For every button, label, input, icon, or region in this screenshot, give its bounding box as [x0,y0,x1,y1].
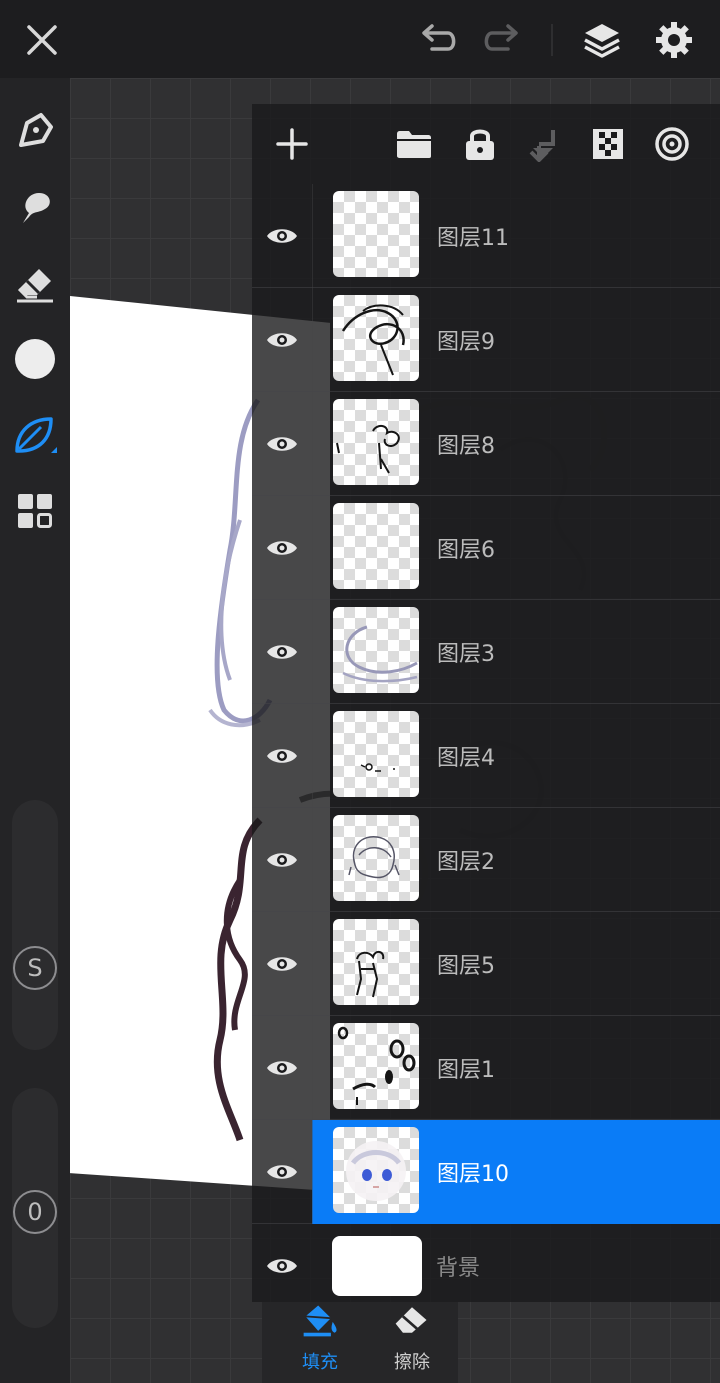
layers-icon[interactable] [578,16,626,64]
layer-content[interactable]: 图层8 [312,392,720,496]
visibility-eye-icon[interactable] [262,736,302,776]
layer-row[interactable]: 图层2 [252,808,720,912]
layer-name: 图层9 [437,330,495,355]
layer-content[interactable]: 图层10 [312,1120,720,1224]
layer-row[interactable]: 图层9 [252,288,720,392]
visibility-eye-icon[interactable] [262,424,302,464]
blend-mode-icon[interactable] [646,118,698,170]
layer-name: 图层1 [437,1058,495,1083]
layer-name: 图层8 [437,434,495,459]
layer-name: 图层2 [437,850,495,875]
alpha-lock-icon[interactable] [582,118,634,170]
layer-content[interactable]: 图层2 [312,808,720,912]
layer-name: 图层11 [437,226,509,251]
erase-button[interactable]: 擦除 [372,1302,452,1383]
layer-content[interactable]: 图层9 [312,288,720,392]
eraser-icon [392,1302,432,1338]
layer-name: 图层3 [437,642,495,667]
layer-row[interactable]: 图层1 [252,1016,720,1120]
redo-icon[interactable] [478,16,526,64]
background-layer-row[interactable]: 背景 [252,1224,720,1308]
size-badge: S [13,946,57,990]
fill-button[interactable]: 填充 [280,1302,360,1383]
layers-panel: 图层11 图层9 图层8 图层6 图层3 图层4 图层2 图层5 图层1 图层1… [252,104,720,1302]
merge-down-icon[interactable] [518,118,570,170]
top-bar [0,0,720,78]
toolbar-divider [551,24,553,56]
visibility-eye-icon[interactable] [262,1048,302,1088]
background-thumbnail [332,1236,422,1296]
visibility-eye-icon[interactable] [262,1152,302,1192]
layer-row-selected[interactable]: 图层10 [252,1120,720,1224]
layer-row[interactable]: 图层11 [252,184,720,288]
add-layer-icon[interactable] [266,118,318,170]
erase-label: 擦除 [394,1352,430,1373]
layer-row[interactable]: 图层4 [252,704,720,808]
layer-row[interactable]: 图层3 [252,600,720,704]
fill-bucket-icon [300,1302,340,1338]
layer-thumbnail [333,815,419,901]
layer-content[interactable]: 图层6 [312,496,720,600]
layer-thumbnail [333,503,419,589]
color-swatch-icon[interactable] [10,334,60,384]
gallery-grid-icon[interactable] [10,486,60,536]
brush-leaf-icon[interactable] [10,410,60,460]
brush-size-slider[interactable] [12,800,58,1050]
visibility-eye-icon[interactable] [262,944,302,984]
visibility-eye-icon[interactable] [262,320,302,360]
layer-thumbnail [333,295,419,381]
visibility-eye-icon[interactable] [262,216,302,256]
layer-thumbnail [333,919,419,1005]
layer-list: 图层11 图层9 图层8 图层6 图层3 图层4 图层2 图层5 图层1 图层1… [252,184,720,1308]
layer-row[interactable]: 图层5 [252,912,720,1016]
layer-content[interactable]: 图层1 [312,1016,720,1120]
eraser-tool-icon[interactable] [10,258,60,308]
gear-icon[interactable] [650,16,698,64]
layer-content[interactable]: 图层4 [312,704,720,808]
fill-label: 填充 [302,1352,338,1373]
layer-thumbnail [333,1127,419,1213]
smudge-tool-icon[interactable] [10,182,60,232]
left-toolbar: S 0 [0,78,70,1383]
layer-thumbnail [333,399,419,485]
layer-thumbnail [333,1023,419,1109]
pen-tool-icon[interactable] [10,106,60,156]
layer-row[interactable]: 图层8 [252,392,720,496]
layer-content[interactable]: 图层11 [312,184,720,288]
folder-icon[interactable] [388,118,440,170]
layer-thumbnail [333,191,419,277]
opacity-badge: 0 [13,1190,57,1234]
layer-name: 图层4 [437,746,495,771]
layer-thumbnail [333,607,419,693]
close-icon[interactable] [18,16,66,64]
lock-icon[interactable] [454,118,506,170]
visibility-eye-icon[interactable] [262,1246,302,1286]
layer-name: 图层6 [437,538,495,563]
layers-panel-header [252,104,720,182]
layer-row[interactable]: 图层6 [252,496,720,600]
layer-content[interactable]: 图层3 [312,600,720,704]
undo-icon[interactable] [414,16,462,64]
layer-name: 图层10 [437,1162,509,1187]
layer-name: 背景 [436,1256,481,1281]
visibility-eye-icon[interactable] [262,632,302,672]
layer-content[interactable]: 背景 [312,1224,720,1308]
layer-name: 图层5 [437,954,495,979]
layer-thumbnail [333,711,419,797]
visibility-eye-icon[interactable] [262,528,302,568]
bottom-tool-tray: 填充 擦除 [262,1302,458,1383]
visibility-eye-icon[interactable] [262,840,302,880]
layer-content[interactable]: 图层5 [312,912,720,1016]
